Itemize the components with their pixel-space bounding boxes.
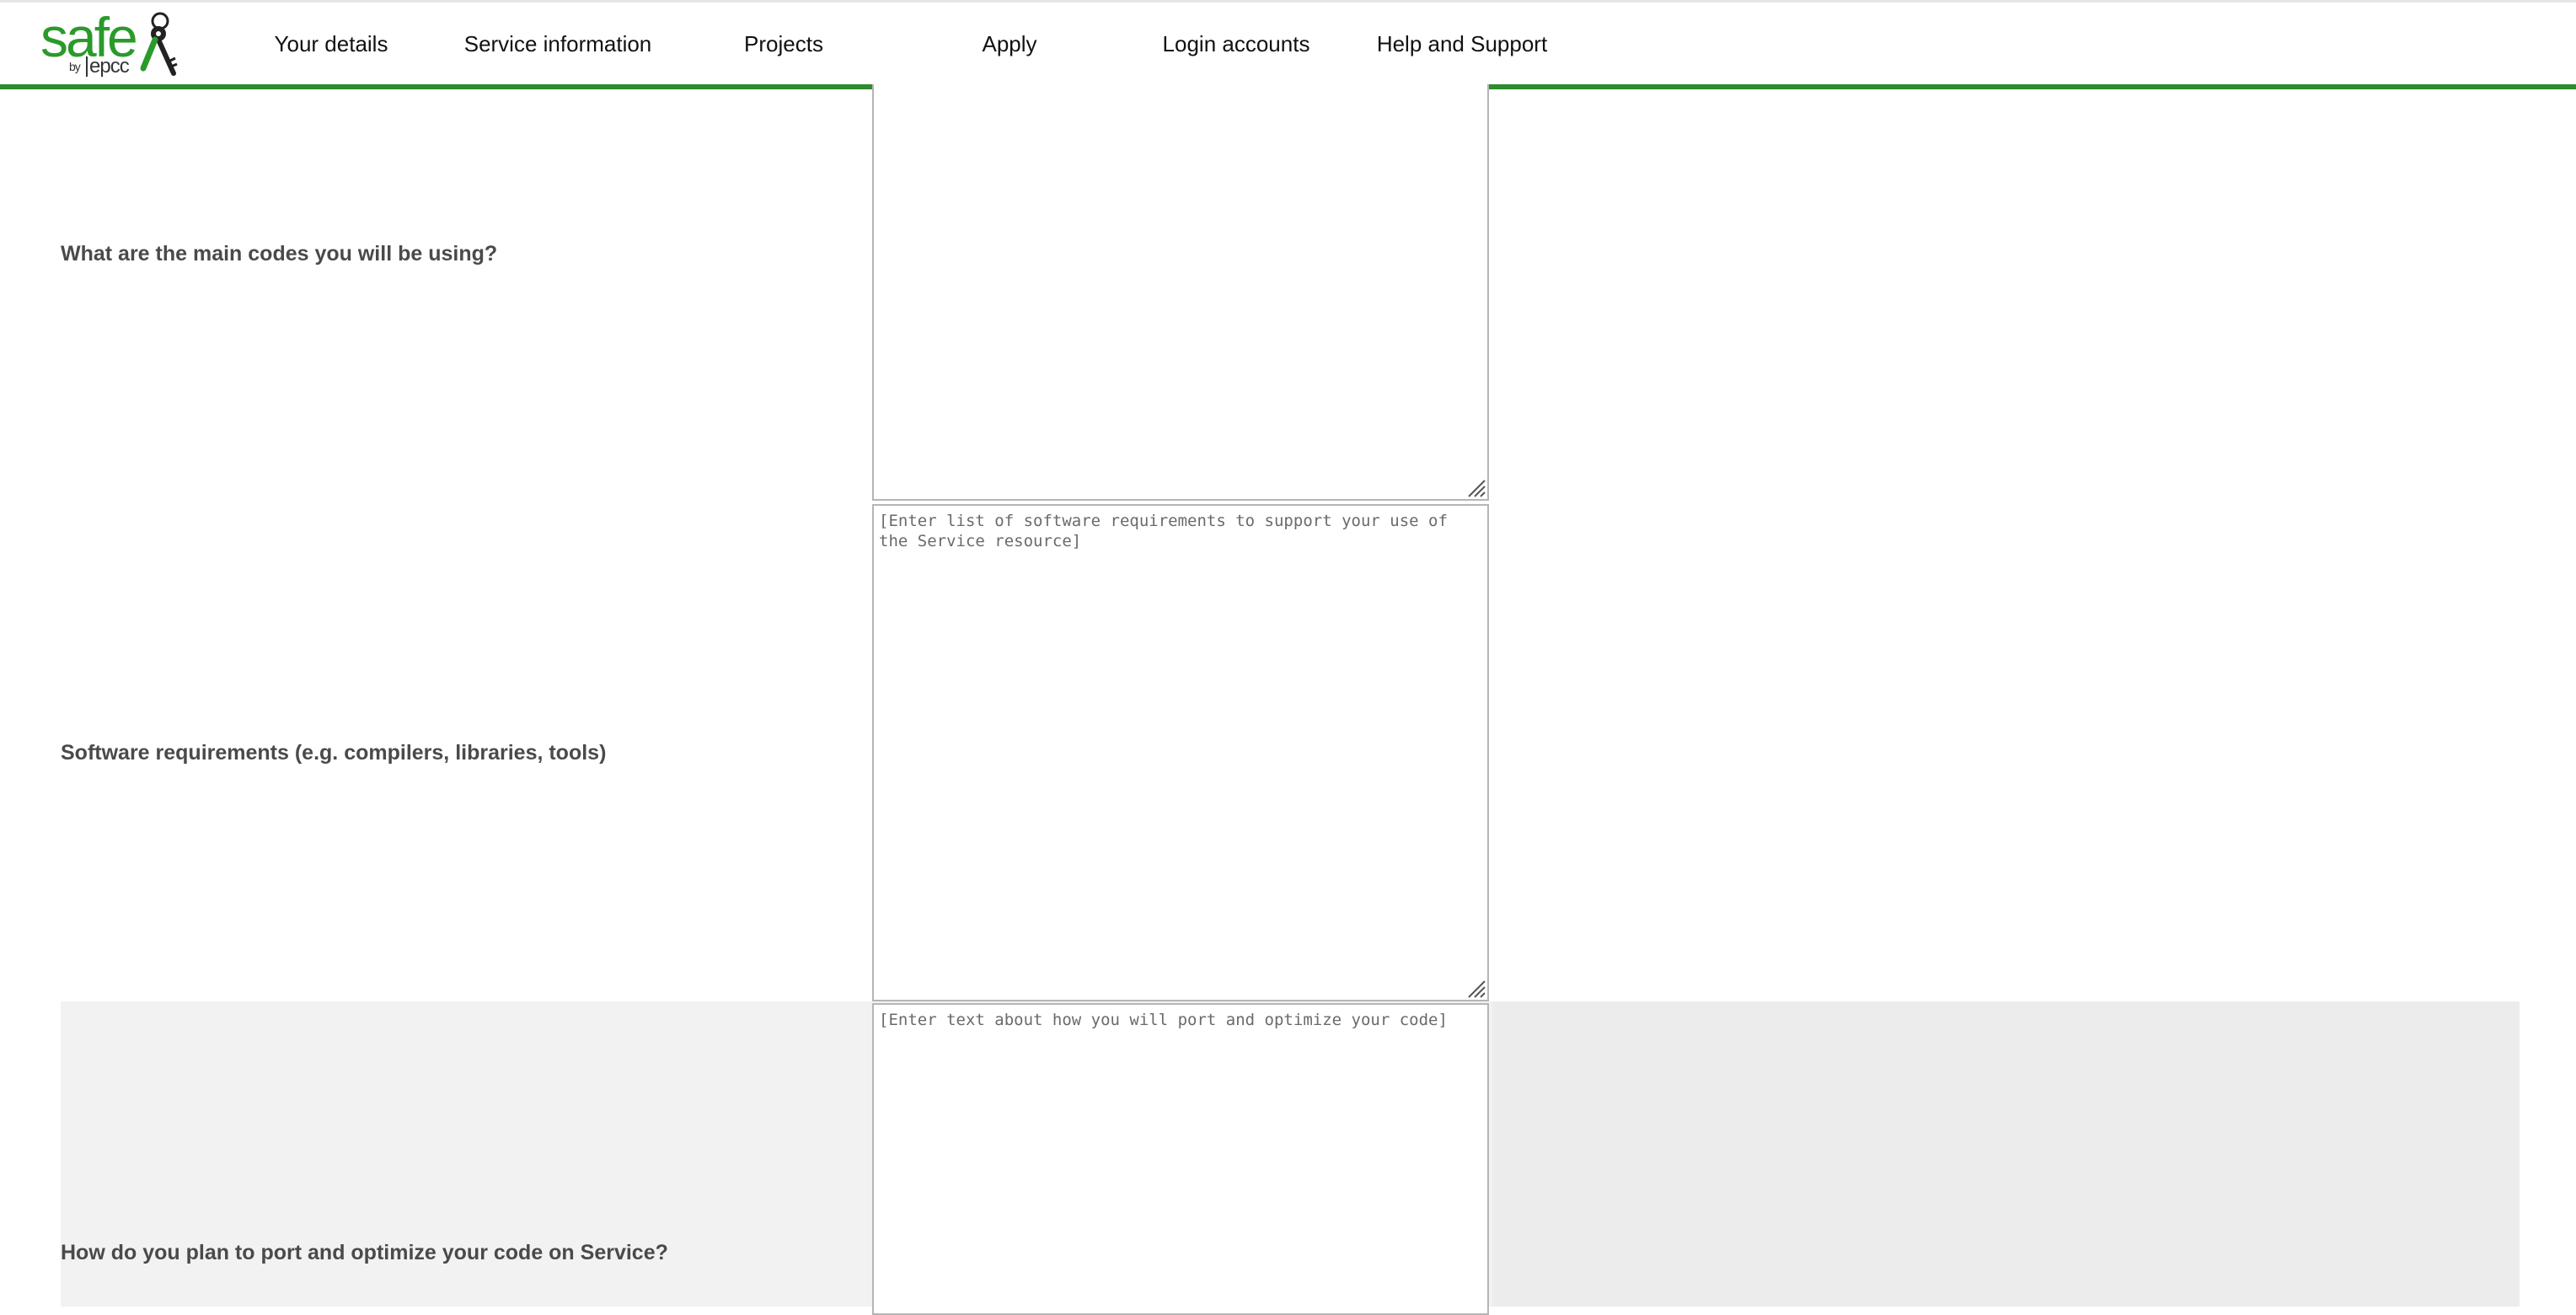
resize-grip-icon[interactable] [1464, 976, 1486, 998]
port-optimize-textarea[interactable] [872, 1003, 1489, 1315]
nav-login-accounts[interactable]: Login accounts [1163, 31, 1384, 57]
main-codes-field-wrap [872, 84, 1489, 501]
main-codes-label: What are the main codes you will be usin… [61, 242, 498, 266]
nav-projects[interactable]: Projects [744, 31, 863, 57]
logo-by-text: by [69, 60, 81, 73]
software-requirements-label: Software requirements (e.g. compilers, l… [61, 741, 607, 765]
nav-label: Login accounts [1162, 31, 1310, 56]
resize-grip-icon[interactable] [1464, 475, 1486, 497]
nav-label: Your details [274, 31, 388, 56]
row-right-shade [1492, 1001, 2520, 1307]
nav-label: Projects [744, 31, 823, 56]
nav-help-and-support[interactable]: Help and Support [1377, 31, 1632, 57]
top-navbar: safe by epcc Your details Service inform… [0, 3, 2576, 89]
keys-icon [140, 12, 178, 76]
nav-your-details[interactable]: Your details [275, 31, 445, 57]
port-optimize-label: How do you plan to port and optimize you… [61, 1241, 668, 1264]
nav-label: Apply [982, 31, 1037, 56]
safe-logo[interactable]: safe by epcc [37, 9, 189, 82]
main-codes-textarea[interactable] [872, 84, 1489, 501]
software-requirements-field-wrap [872, 504, 1489, 1001]
nav-label: Help and Support [1376, 31, 1548, 56]
logo-org-text: epcc [86, 56, 130, 77]
port-optimize-field-wrap [872, 1003, 1489, 1315]
nav-apply[interactable]: Apply [982, 31, 1064, 57]
software-requirements-textarea[interactable] [872, 504, 1489, 1001]
nav-label: Service information [463, 31, 652, 56]
nav-service-information[interactable]: Service information [464, 31, 746, 57]
